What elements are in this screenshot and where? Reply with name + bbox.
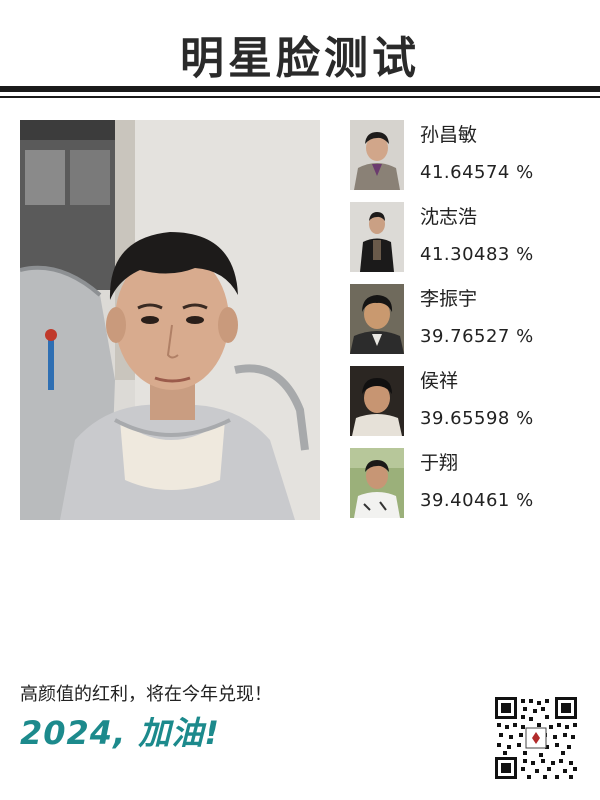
- celebrity-photo-icon: [350, 366, 404, 436]
- match-percent: 41.64574 %: [420, 162, 534, 183]
- match-percent: 39.40461 %: [420, 490, 534, 511]
- match-name: 孙昌敏: [420, 124, 478, 146]
- page-title: 明星脸测试: [180, 33, 420, 84]
- match-percent: 39.65598 %: [420, 408, 534, 429]
- match-name: 侯祥: [420, 370, 459, 392]
- match-name: 沈志浩: [420, 206, 478, 228]
- footer-caption: 高颜值的红利，将在今年兑现！: [20, 684, 272, 705]
- user-photo: [20, 120, 320, 520]
- title-divider-thick: [0, 86, 600, 92]
- celebrity-photo-icon: [350, 202, 404, 272]
- match-name: 李振宇: [420, 288, 478, 310]
- match-item[interactable]: 孙昌敏 41.64574 %: [350, 120, 590, 192]
- match-item[interactable]: 于翔 39.40461 %: [350, 448, 590, 520]
- match-item[interactable]: 沈志浩 41.30483 %: [350, 202, 590, 274]
- title-divider-thin: [0, 96, 600, 98]
- match-name: 于翔: [420, 452, 459, 474]
- match-item[interactable]: 侯祥 39.65598 %: [350, 366, 590, 438]
- footer-slogan: 2024, 加油!: [20, 714, 220, 752]
- match-percent: 39.76527 %: [420, 326, 534, 347]
- match-item[interactable]: 李振宇 39.76527 %: [350, 284, 590, 356]
- qr-code-icon[interactable]: [493, 695, 579, 781]
- celebrity-photo-icon: [350, 448, 404, 518]
- celebrity-photo-icon: [350, 120, 404, 190]
- match-percent: 41.30483 %: [420, 244, 534, 265]
- celebrity-photo-icon: [350, 284, 404, 354]
